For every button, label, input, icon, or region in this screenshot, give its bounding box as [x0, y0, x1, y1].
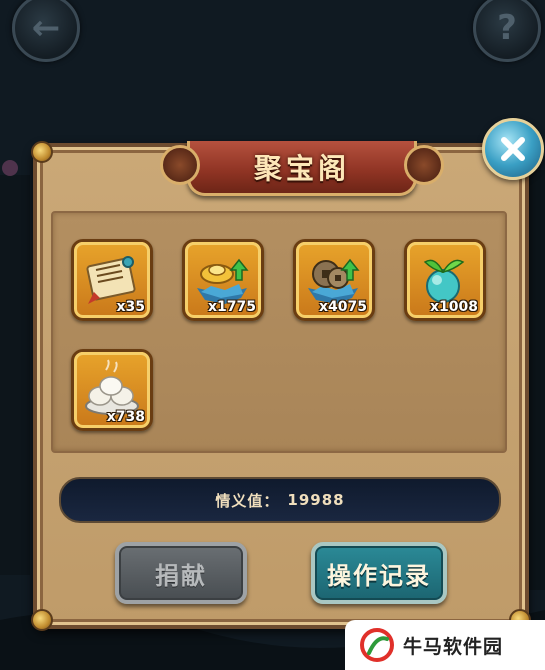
friendship-value: 19988: [287, 491, 345, 509]
item-quantity: x738: [106, 409, 145, 425]
friendship-value-label: 情义值：: [215, 491, 280, 510]
item-quantity: x1008: [430, 299, 478, 315]
item-slot-gold-ingot[interactable]: x1775: [182, 239, 264, 321]
watermark-logo-icon: [360, 628, 394, 662]
item-slot-sprout[interactable]: x1008: [404, 239, 486, 321]
site-watermark: 牛马软件园: [345, 620, 545, 670]
watermark-text: 牛马软件园: [403, 635, 504, 658]
corner-ornament: [31, 141, 53, 163]
item-grid: x35 x1775 x4075 x1008 x738: [51, 211, 507, 453]
treasure-pavilion-panel: 聚宝阁 x35 x1775 x4075 x1008 x738 情义值： 1998…: [31, 141, 531, 631]
donate-button[interactable]: 捐献: [115, 542, 247, 604]
item-quantity: x4075: [319, 299, 367, 315]
item-slot-scroll[interactable]: x35: [71, 239, 153, 321]
item-slot-coin[interactable]: x4075: [293, 239, 375, 321]
item-quantity: x1775: [208, 299, 256, 315]
item-slot-steamed-buns[interactable]: x738: [71, 349, 153, 431]
close-icon: [501, 137, 525, 161]
friendship-value-bar: 情义值： 19988: [59, 477, 501, 523]
donate-button-label: 捐献: [155, 561, 207, 590]
back-arrow-icon: ←: [31, 8, 61, 48]
operation-log-button[interactable]: 操作记录: [311, 542, 447, 604]
title-plate: 聚宝阁: [160, 141, 444, 196]
operation-log-button-label: 操作记录: [327, 561, 431, 590]
corner-ornament: [31, 609, 53, 631]
item-quantity: x35: [116, 299, 145, 315]
close-button[interactable]: [482, 118, 544, 180]
question-icon: ?: [497, 8, 517, 48]
panel-title: 聚宝阁: [253, 152, 350, 185]
